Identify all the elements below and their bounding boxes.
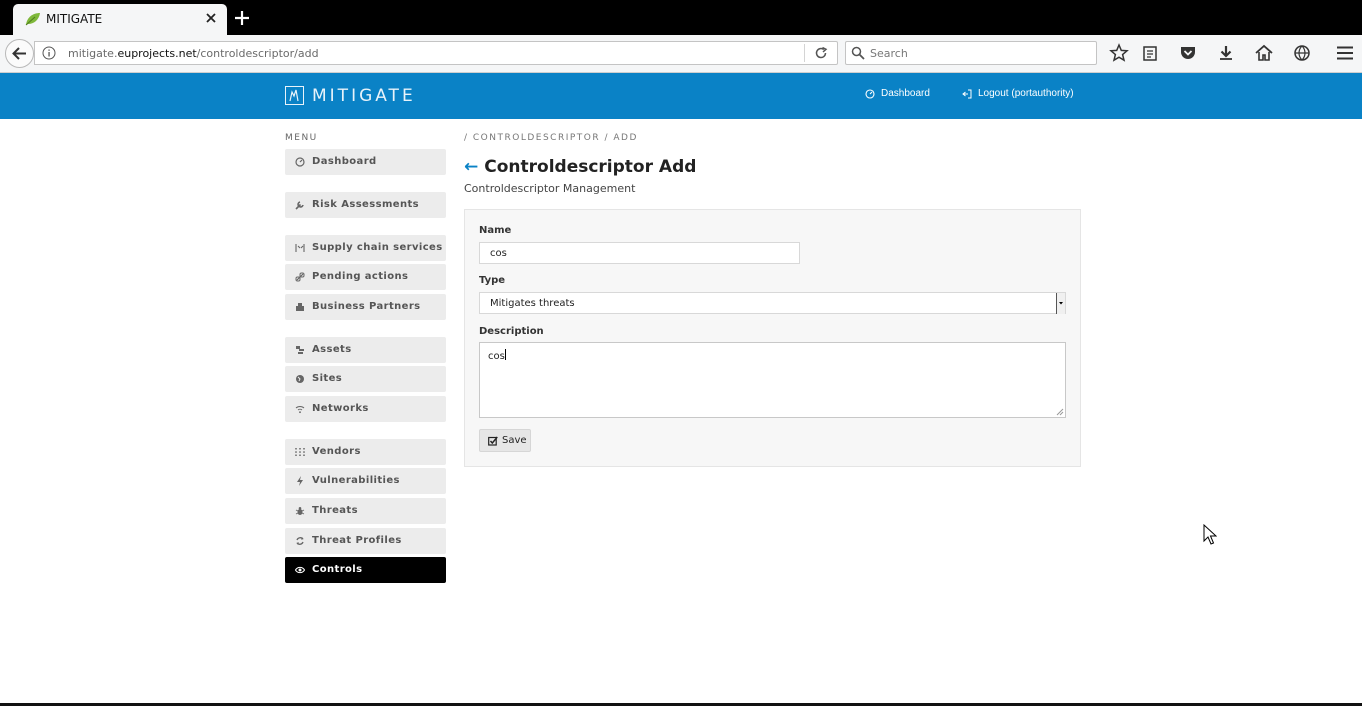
close-tab-icon[interactable] (203, 10, 219, 26)
pocket-icon[interactable] (1178, 43, 1198, 63)
search-icon (851, 46, 865, 60)
sidebar-item-label: Networks (312, 403, 369, 414)
sidebar-item-dashboard[interactable]: Dashboard (285, 149, 446, 175)
chain-icon (295, 244, 305, 252)
text-caret (504, 349, 506, 360)
page-title-text: Controldescriptor Add (484, 157, 697, 177)
leaf-favicon-icon (25, 13, 40, 26)
back-arrow-link[interactable]: ← (464, 157, 478, 177)
reading-list-icon[interactable] (1140, 43, 1160, 63)
dashboard-icon (865, 89, 875, 99)
browser-tab[interactable]: MITIGATE (13, 4, 227, 35)
menu-title: MENU (285, 133, 318, 143)
eye-icon (295, 566, 305, 574)
back-arrow-icon (12, 47, 26, 60)
sidebar-item-label: Controls (312, 564, 363, 575)
sidebar-item-risk-assessments[interactable]: Risk Assessments (285, 192, 446, 218)
sidebar-item-label: Supply chain services (312, 242, 443, 253)
sidebar-item-label: Assets (312, 344, 352, 355)
sidebar-item-assets[interactable]: Assets (285, 337, 446, 363)
sidebar-item-label: Dashboard (312, 156, 377, 167)
dashboard-icon (295, 157, 305, 167)
sidebar-item-networks[interactable]: Networks (285, 396, 446, 422)
wrench-icon (295, 201, 304, 210)
search-placeholder: Search (870, 47, 908, 60)
name-input[interactable]: cos (479, 242, 800, 264)
sidebar-item-label: Threat Profiles (312, 535, 402, 546)
link-icon (295, 272, 305, 282)
search-bar[interactable]: Search (845, 41, 1097, 65)
sidebar-item-threats[interactable]: Threats (285, 498, 446, 524)
logo-mark-icon (285, 86, 304, 105)
type-select[interactable]: Mitigates threats (479, 292, 1066, 314)
logout-icon (962, 89, 972, 99)
url-bar[interactable]: mitigate.euprojects.net/controldescripto… (34, 41, 838, 65)
download-icon[interactable] (1216, 43, 1236, 63)
globe-icon (296, 375, 304, 383)
site-info-icon[interactable] (42, 46, 56, 60)
hamburger-menu-icon[interactable] (1335, 43, 1355, 63)
sidebar-item-label: Vendors (312, 446, 361, 457)
page-title: ← Controldescriptor Add (464, 157, 696, 177)
resize-handle-icon[interactable] (1056, 408, 1064, 416)
recycle-icon (296, 537, 304, 545)
sidebar-item-label: Sites (312, 373, 343, 384)
sidebar-item-label: Threats (312, 505, 358, 516)
sidebar-item-threat-profiles[interactable]: Threat Profiles (285, 528, 446, 554)
save-button[interactable]: Save (479, 429, 531, 452)
description-text: cos (488, 351, 505, 362)
sidebar-item-supply-chain-services[interactable]: Supply chain services (285, 235, 446, 261)
grid-icon (295, 448, 305, 456)
browser-navbar: mitigate.euprojects.net/controldescripto… (0, 35, 1362, 73)
sidebar-item-vendors[interactable]: Vendors (285, 439, 446, 465)
sidebar-item-business-partners[interactable]: Business Partners (285, 294, 446, 320)
description-label: Description (479, 326, 544, 337)
mouse-cursor-icon (1203, 524, 1217, 545)
assets-icon (296, 346, 304, 354)
sidebar-item-label: Vulnerabilities (312, 475, 400, 486)
type-label: Type (479, 275, 506, 286)
url-text[interactable]: mitigate.euprojects.net/controldescripto… (68, 47, 319, 60)
check-square-icon (488, 436, 498, 446)
name-label: Name (479, 225, 512, 236)
sidebar-item-controls[interactable]: Controls (285, 557, 446, 583)
sidebar-item-label: Business Partners (312, 301, 421, 312)
breadcrumb: / CONTROLDESCRIPTOR / ADD (464, 133, 638, 143)
sidebar-item-vulnerabilities[interactable]: Vulnerabilities (285, 468, 446, 494)
type-select-value: Mitigates threats (490, 297, 575, 309)
tab-title: MITIGATE (46, 12, 103, 26)
bolt-icon (297, 476, 303, 486)
save-button-label: Save (502, 435, 527, 446)
bookmark-star-icon[interactable] (1109, 43, 1129, 63)
wifi-icon (295, 406, 305, 414)
building-icon (296, 303, 304, 311)
reload-icon[interactable] (814, 46, 828, 60)
home-icon[interactable] (1254, 43, 1274, 63)
back-button[interactable] (5, 39, 34, 68)
sidebar-item-sites[interactable]: Sites (285, 366, 446, 392)
description-textarea[interactable]: cos (479, 342, 1066, 418)
chevron-down-icon[interactable] (1056, 293, 1065, 314)
bug-icon (295, 507, 305, 515)
sidebar-item-label: Risk Assessments (312, 199, 419, 210)
globe-addon-icon[interactable] (1292, 43, 1312, 63)
sidebar-item-label: Pending actions (312, 271, 409, 282)
page-subtitle: Controldescriptor Management (464, 182, 636, 195)
new-tab-icon[interactable] (233, 9, 251, 27)
app-header: MITIGATE Dashboard Logout (portauthority… (0, 73, 1362, 119)
logo-text: MITIGATE (312, 86, 416, 106)
form-panel: Name cos Type Mitigates threats Descript… (464, 209, 1081, 467)
url-separator (804, 44, 805, 62)
sidebar-item-pending-actions[interactable]: Pending actions (285, 264, 446, 290)
browser-tabbar: MITIGATE (0, 0, 1362, 35)
